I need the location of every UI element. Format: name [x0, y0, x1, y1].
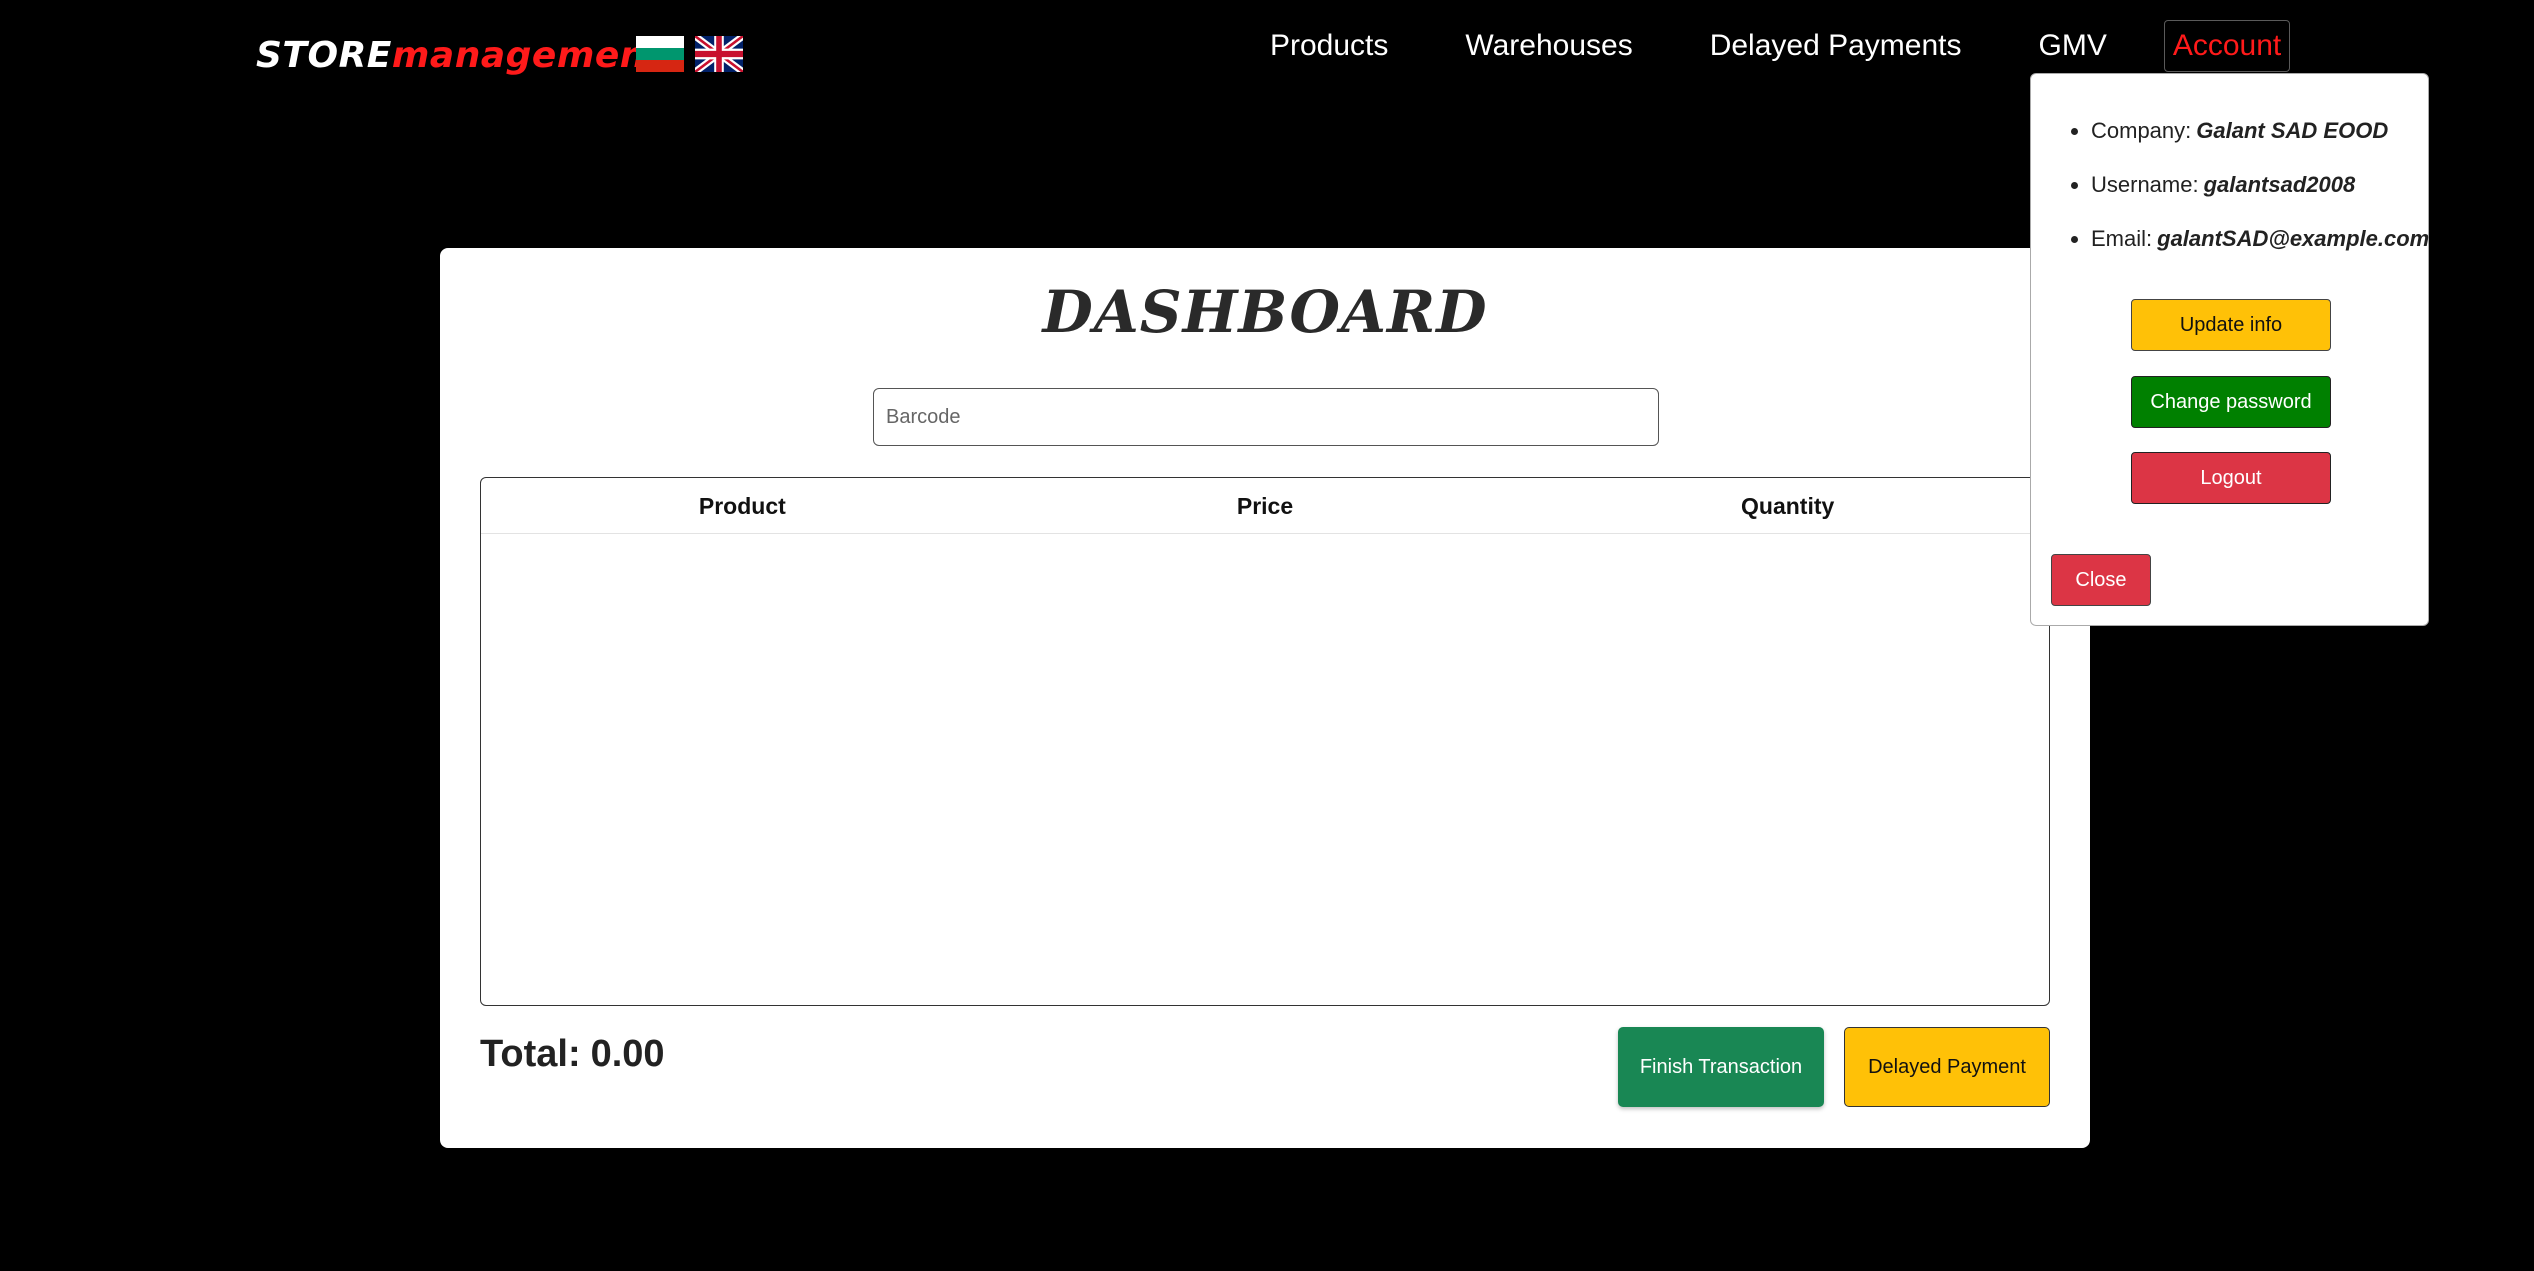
email-value: galantSAD@example.com — [2157, 226, 2430, 251]
column-header-quantity: Quantity — [1741, 493, 1835, 519]
username-label: Username: — [2091, 172, 2199, 197]
uk-flag-icon[interactable] — [693, 33, 745, 75]
change-password-button[interactable]: Change password — [2131, 376, 2331, 428]
total-display: Total: 0.00 — [480, 1026, 665, 1082]
account-username: Username:galantsad2008 — [2091, 170, 2429, 200]
update-info-button[interactable]: Update info — [2131, 299, 2331, 351]
nav-links: Products Warehouses Delayed Payments GMV… — [1250, 18, 2291, 74]
close-button[interactable]: Close — [2051, 554, 2151, 606]
total-label: Total: — [480, 1033, 581, 1075]
nav-delayed-payments[interactable]: Delayed Payments — [1690, 18, 1982, 74]
account-company: Company:Galant SAD EOOD — [2091, 116, 2429, 146]
table-header: Product Price Quantity — [481, 478, 2049, 534]
account-dropdown: Company:Galant SAD EOOD Username:galants… — [2030, 73, 2429, 626]
nav-products[interactable]: Products — [1250, 18, 1408, 74]
account-email: Email:galantSAD@example.com — [2091, 224, 2429, 254]
column-header-product: Product — [698, 493, 786, 519]
company-label: Company: — [2091, 118, 2192, 143]
username-value: galantsad2008 — [2203, 172, 2356, 197]
brand-logo[interactable]: STOREmanagement — [256, 28, 664, 84]
dashboard-card: DASHBOARD Product Price Quantity Total:0… — [440, 248, 2090, 1148]
table-body — [481, 534, 2049, 1004]
total-value: 0.00 — [590, 1033, 665, 1075]
account-info-list: Company:Galant SAD EOOD Username:galants… — [2031, 116, 2429, 278]
barcode-input[interactable] — [873, 388, 1659, 446]
email-label: Email: — [2091, 226, 2153, 251]
column-header-price: Price — [1236, 493, 1294, 519]
finish-transaction-button[interactable]: Finish Transaction — [1618, 1027, 1824, 1107]
nav-account[interactable]: Account — [2163, 20, 2291, 72]
delayed-payment-button[interactable]: Delayed Payment — [1844, 1027, 2050, 1107]
nav-warehouses[interactable]: Warehouses — [1445, 18, 1652, 74]
nav-gmv[interactable]: GMV — [2019, 18, 2127, 74]
page-title: DASHBOARD — [1042, 278, 1488, 346]
products-table: Product Price Quantity — [480, 477, 2050, 1006]
brand-part-store: STORE — [256, 35, 392, 76]
company-value: Galant SAD EOOD — [2196, 118, 2389, 143]
brand-part-management: management — [391, 35, 664, 76]
bulgaria-flag-icon[interactable] — [636, 36, 684, 72]
logout-button[interactable]: Logout — [2131, 452, 2331, 504]
